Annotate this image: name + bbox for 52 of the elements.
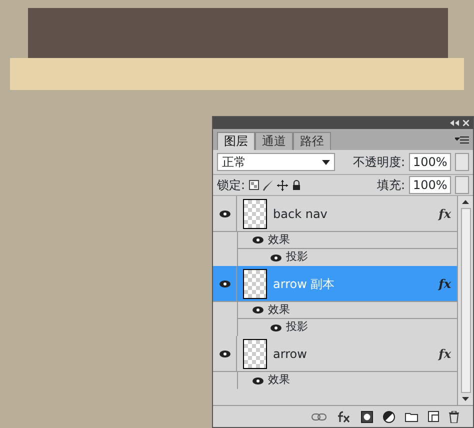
lock-icon[interactable] — [292, 180, 302, 190]
layer-row[interactable]: arrow fx — [213, 336, 457, 372]
eye-icon[interactable] — [252, 236, 264, 244]
layer-thumbnail — [243, 268, 267, 298]
link-icon[interactable] — [311, 412, 327, 420]
collapse-icon[interactable] — [450, 120, 459, 126]
layer-name: arrow 副本 — [273, 276, 336, 292]
scroll-down-icon[interactable] — [462, 397, 469, 401]
fx-label: fx — [438, 276, 451, 292]
layer-row[interactable]: arrow 副本 fx — [213, 266, 457, 302]
effect-label[interactable]: 效果 — [268, 232, 290, 248]
opacity-field[interactable]: 100% — [409, 153, 451, 171]
fx-label: fx — [438, 346, 451, 362]
adjustment-icon[interactable] — [383, 410, 395, 422]
eye-icon[interactable] — [270, 324, 282, 332]
effect-label[interactable]: 效果 — [268, 372, 290, 389]
effect-label[interactable]: 投影 — [286, 319, 308, 336]
brush-icon[interactable] — [263, 180, 274, 190]
scroll-up-icon[interactable] — [462, 200, 469, 204]
eye-icon[interactable] — [270, 254, 282, 262]
new-layer-icon[interactable] — [428, 411, 439, 422]
menu-icon[interactable] — [455, 136, 469, 144]
layer-thumbnail — [243, 198, 267, 228]
eye-icon[interactable] — [218, 350, 230, 358]
layer-thumbnail — [243, 338, 267, 368]
fx-icon[interactable] — [337, 410, 351, 422]
blend-mode-dropdown[interactable]: 正常 — [217, 153, 335, 171]
eye-icon[interactable] — [218, 210, 230, 218]
caret-icon — [322, 160, 330, 164]
layer-name: arrow — [273, 346, 308, 362]
panel-tab[interactable]: 图层 — [217, 132, 255, 150]
scrollbar[interactable] — [457, 196, 473, 405]
fx-label: fx — [438, 206, 451, 222]
panel-tab[interactable]: 通道 — [255, 132, 293, 150]
eye-icon[interactable] — [218, 280, 230, 288]
folder-icon[interactable] — [405, 412, 418, 422]
panel-tab[interactable]: 路径 — [293, 132, 331, 150]
fill-label: 填充: — [376, 177, 405, 194]
trash-icon[interactable] — [449, 410, 459, 422]
checker-icon[interactable] — [249, 180, 260, 190]
mask-icon[interactable] — [361, 410, 373, 422]
eye-icon[interactable] — [252, 376, 264, 384]
layer-row[interactable]: back nav fx — [213, 196, 457, 232]
opacity-label: 不透明度: — [352, 154, 405, 171]
layer-name: back nav — [273, 206, 328, 222]
eye-icon[interactable] — [252, 306, 264, 314]
fill-field[interactable]: 100% — [409, 176, 451, 194]
lock-label: 锁定: — [217, 177, 246, 194]
move-icon[interactable] — [277, 180, 288, 190]
close-icon[interactable] — [463, 120, 469, 126]
effect-label[interactable]: 效果 — [268, 302, 290, 318]
effect-label[interactable]: 投影 — [286, 249, 308, 266]
